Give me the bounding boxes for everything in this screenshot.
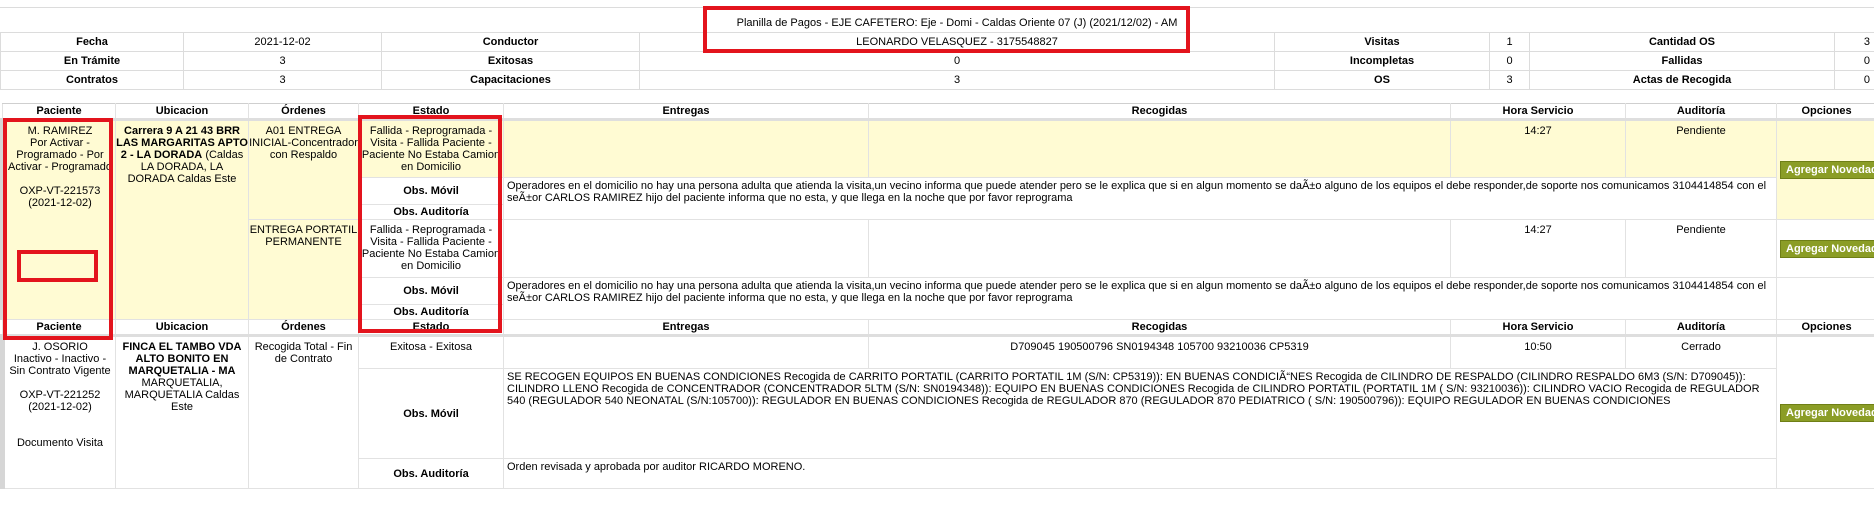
col-hora: Hora Servicio bbox=[1450, 103, 1626, 121]
order-auditoria: Pendiente bbox=[1625, 119, 1777, 178]
order-name: ENTREGA PORTATIL PERMANENTE bbox=[248, 219, 359, 320]
patient-name: M. RAMIREZ bbox=[27, 125, 93, 137]
en-tramite-value: 3 bbox=[183, 51, 382, 71]
col-auditoria: Auditoría bbox=[1625, 103, 1777, 121]
conductor-value: LEONARDO VELASQUEZ - 3175548827 bbox=[639, 32, 1275, 52]
order-estado: Exitosa - Exitosa bbox=[358, 335, 504, 369]
capacitaciones-label: Capacitaciones bbox=[381, 70, 640, 90]
order-entregas bbox=[503, 119, 869, 178]
order-entregas bbox=[503, 219, 869, 278]
obs-auditoria-label: Obs. Auditoría bbox=[358, 458, 504, 489]
en-tramite-label: En Trámite bbox=[0, 51, 184, 71]
patient-id: OXP-VT-221252 bbox=[19, 389, 101, 401]
documento-visita-link[interactable]: Documento Visita bbox=[8, 437, 115, 449]
col-paciente: Paciente bbox=[2, 319, 116, 337]
col-auditoria: Auditoría bbox=[1625, 319, 1777, 337]
order-estado: Fallida - Reprogramada - Visita - Fallid… bbox=[358, 119, 504, 178]
patient-date: (2021-12-02) bbox=[28, 401, 92, 413]
capacitaciones-value: 3 bbox=[639, 70, 1275, 90]
agregar-novedad-button[interactable]: Agregar Novedad bbox=[1780, 161, 1874, 179]
fecha-value: 2021-12-02 bbox=[183, 32, 382, 52]
col-paciente: Paciente bbox=[2, 103, 116, 121]
obs-movil-label: Obs. Móvil bbox=[358, 368, 504, 459]
agregar-novedad-button[interactable]: Agregar Novedad bbox=[1780, 239, 1874, 258]
order-name: A01 ENTREGA INICIAL-Concentrador con Res… bbox=[248, 119, 359, 220]
obs-auditoria-label: Obs. Auditoría bbox=[358, 204, 504, 220]
patient-status: Por Activar - Programado - Por Activar -… bbox=[8, 137, 112, 173]
page-title: Planilla de Pagos - EJE CAFETERO: Eje - … bbox=[736, 17, 1178, 29]
col-estado: Estado bbox=[358, 103, 504, 121]
order-name: Recogida Total - Fin de Contrato bbox=[248, 335, 359, 489]
obs-movil-text: Operadores en el domicilio no hay una pe… bbox=[503, 277, 1777, 320]
obs-auditoria-text: Orden revisada y aprobada por auditor RI… bbox=[503, 458, 1777, 489]
table-header-row: Paciente Ubicacion Órdenes Estado Entreg… bbox=[2, 319, 1874, 337]
col-estado: Estado bbox=[358, 319, 504, 337]
cantidad-os-label: Cantidad OS bbox=[1529, 32, 1835, 52]
col-ubicacion: Ubicacion bbox=[115, 103, 249, 121]
obs-movil-text: Operadores en el domicilio no hay una pe… bbox=[503, 177, 1777, 220]
col-hora: Hora Servicio bbox=[1450, 319, 1626, 337]
order-auditoria: Cerrado bbox=[1625, 335, 1777, 369]
summary-table: Planilla de Pagos - EJE CAFETERO: Eje - … bbox=[0, 14, 1874, 90]
col-entregas: Entregas bbox=[503, 103, 869, 121]
location-cell: Carrera 9 A 21 43 BRR LAS MARGARITAS APT… bbox=[115, 119, 249, 320]
col-ordenes: Órdenes bbox=[248, 319, 359, 337]
patient-date: (2021-12-02) bbox=[28, 197, 92, 209]
exitosas-value: 0 bbox=[639, 51, 1275, 71]
agregar-novedad-button[interactable]: Agregar Novedad bbox=[1780, 403, 1874, 422]
table-row: J. OSORIO Inactivo - Inactivo - Sin Cont… bbox=[0, 335, 1874, 489]
col-ordenes: Órdenes bbox=[248, 103, 359, 121]
fallidas-label: Fallidas bbox=[1529, 51, 1835, 71]
fallidas-value: 0 bbox=[1834, 51, 1874, 71]
location-address: FINCA EL TAMBO VDA ALTO BONITO EN MARQUE… bbox=[122, 341, 242, 377]
order-hora: 10:50 bbox=[1450, 335, 1626, 369]
patient-cell: M. RAMIREZ Por Activar - Programado - Po… bbox=[0, 119, 116, 320]
order-entregas bbox=[503, 335, 869, 369]
obs-movil-text: SE RECOGEN EQUIPOS EN BUENAS CONDICIONES… bbox=[503, 368, 1777, 459]
patient-name: J. OSORIO bbox=[32, 341, 88, 353]
order-auditoria: Pendiente bbox=[1625, 219, 1777, 278]
location-city: MARQUETALIA, MARQUETALIA Caldas Este bbox=[124, 377, 240, 413]
table-row: ENTREGA PORTATIL PERMANENTE Fallida - Re… bbox=[3, 219, 1874, 320]
visitas-label: Visitas bbox=[1274, 32, 1490, 52]
table-row: M. RAMIREZ Por Activar - Programado - Po… bbox=[0, 119, 1874, 320]
col-recogidas: Recogidas bbox=[868, 319, 1451, 337]
visitas-value: 1 bbox=[1489, 32, 1530, 52]
table-header-row: Paciente Ubicacion Órdenes Estado Entreg… bbox=[2, 103, 1874, 121]
col-recogidas: Recogidas bbox=[868, 103, 1451, 121]
fecha-label: Fecha bbox=[0, 32, 184, 52]
obs-movil-label: Obs. Móvil bbox=[358, 277, 504, 305]
order-hora: 14:27 bbox=[1450, 119, 1626, 178]
conductor-label: Conductor bbox=[381, 32, 640, 52]
obs-auditoria-label: Obs. Auditoría bbox=[358, 304, 504, 320]
actas-value: 0 bbox=[1834, 70, 1874, 90]
location-cell: FINCA EL TAMBO VDA ALTO BONITO EN MARQUE… bbox=[115, 335, 249, 489]
patient-id: OXP-VT-221573 bbox=[19, 185, 101, 197]
visits-table: Paciente Ubicacion Órdenes Estado Entreg… bbox=[0, 103, 1874, 489]
os-value: 3 bbox=[1489, 70, 1530, 90]
actas-label: Actas de Recogida bbox=[1529, 70, 1835, 90]
exitosas-label: Exitosas bbox=[381, 51, 640, 71]
order-recogidas bbox=[868, 119, 1451, 178]
patient-cell: J. OSORIO Inactivo - Inactivo - Sin Cont… bbox=[0, 335, 116, 489]
incompletas-value: 0 bbox=[1489, 51, 1530, 71]
col-ubicacion: Ubicacion bbox=[115, 319, 249, 337]
obs-movil-label: Obs. Móvil bbox=[358, 177, 504, 205]
order-estado: Fallida - Reprogramada - Visita - Fallid… bbox=[358, 219, 504, 278]
contratos-label: Contratos bbox=[0, 70, 184, 90]
col-entregas: Entregas bbox=[503, 319, 869, 337]
cantidad-os-value: 3 bbox=[1834, 32, 1874, 52]
os-label: OS bbox=[1274, 70, 1490, 90]
order-recogidas bbox=[868, 219, 1451, 278]
order-hora: 14:27 bbox=[1450, 219, 1626, 278]
col-opciones: Opciones bbox=[1776, 103, 1874, 121]
patient-status: Inactivo - Inactivo - Sin Contrato Vigen… bbox=[9, 353, 111, 377]
incompletas-label: Incompletas bbox=[1274, 51, 1490, 71]
col-opciones: Opciones bbox=[1776, 319, 1874, 337]
order-recogidas: D709045 190500796 SN0194348 105700 93210… bbox=[868, 335, 1451, 369]
top-divider bbox=[0, 7, 1874, 8]
contratos-value: 3 bbox=[183, 70, 382, 90]
